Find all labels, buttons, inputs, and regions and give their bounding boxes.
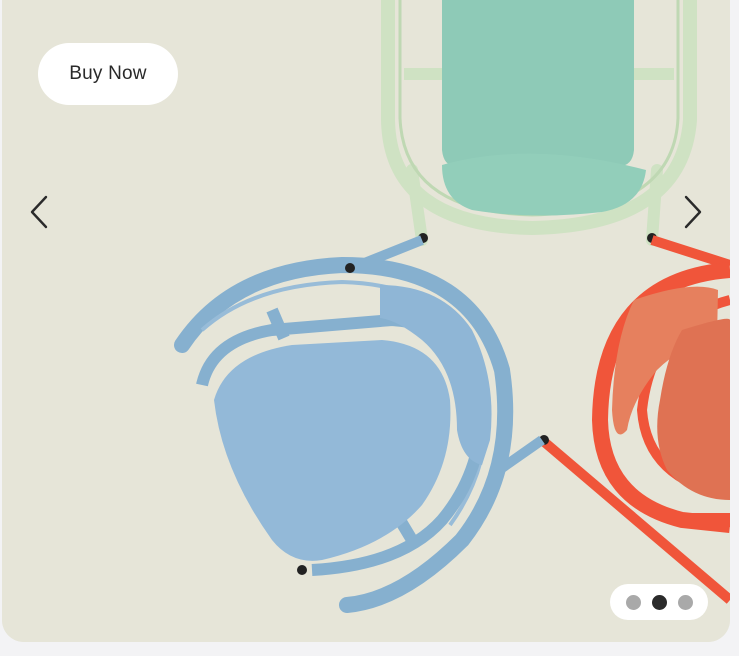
pagination-dot-3[interactable] [677,594,693,610]
carousel-prev-button[interactable] [20,190,60,234]
carousel-pagination [610,584,708,620]
pagination-dot-2[interactable] [651,594,667,610]
page-scroll-gutter [730,0,739,656]
chevron-right-icon [684,195,702,229]
pagination-dot-1[interactable] [625,594,641,610]
hero-carousel: Buy Now [2,0,730,642]
buy-now-button[interactable]: Buy Now [38,43,178,105]
carousel-next-button[interactable] [672,190,712,234]
chevron-left-icon [30,195,48,229]
